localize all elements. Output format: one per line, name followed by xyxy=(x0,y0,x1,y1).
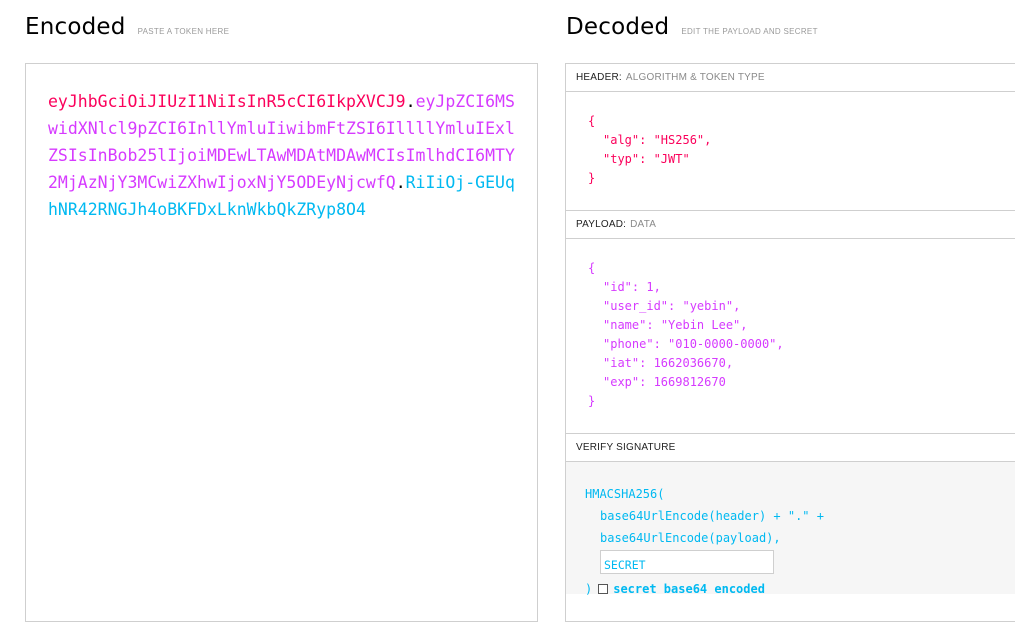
header-panel-heading: HEADER: ALGORITHM & TOKEN TYPE xyxy=(566,64,1015,92)
secret-base64-label[interactable]: secret base64 encoded xyxy=(613,578,765,600)
json-field: "id": 1, xyxy=(588,278,1015,297)
encoded-hint: PASTE A TOKEN HERE xyxy=(137,27,230,36)
json-field: "typ": "JWT" xyxy=(588,150,1015,169)
json-separator: , xyxy=(740,318,748,332)
json-value: 1669812670 xyxy=(653,375,726,389)
verify-fn: HMACSHA256( xyxy=(585,487,665,501)
json-close-brace: } xyxy=(588,394,596,408)
encoded-token-editor[interactable]: eyJhbGciOiJIUzI1NiIsInR5cCI6IkpXVCJ9.eyJ… xyxy=(25,63,538,622)
json-close-brace: } xyxy=(588,171,596,185)
json-colon: : xyxy=(668,299,683,313)
verify-panel-heading: VERIFY SIGNATURE xyxy=(566,434,1015,462)
json-key: "alg" xyxy=(603,133,640,147)
json-key: "typ" xyxy=(603,152,640,166)
json-value: 1662036670 xyxy=(653,356,726,370)
secret-base64-checkbox[interactable] xyxy=(598,584,609,594)
token-dot: . xyxy=(395,173,406,192)
json-open-brace: { xyxy=(588,261,596,275)
encoded-section-title: Encoded PASTE A TOKEN HERE xyxy=(25,14,229,40)
json-field: "exp": 1669812670 xyxy=(588,373,1015,392)
json-value: "010-0000-0000" xyxy=(668,337,777,351)
encoded-title: Encoded xyxy=(25,14,126,40)
json-open-brace: { xyxy=(588,114,596,128)
json-field: "iat": 1662036670, xyxy=(588,354,1015,373)
json-separator: , xyxy=(733,299,741,313)
payload-json-editor[interactable]: { "id": 1, "user_id": "yebin", "name": "Ye… xyxy=(566,239,1015,433)
header-panel: HEADER: ALGORITHM & TOKEN TYPE { "alg": … xyxy=(566,64,1015,211)
json-key: "name" xyxy=(603,318,647,332)
json-colon: : xyxy=(639,356,654,370)
payload-label: PAYLOAD: xyxy=(576,219,627,230)
json-value: "yebin" xyxy=(682,299,734,313)
decoded-title: Decoded xyxy=(566,14,670,40)
verify-line-payload: base64UrlEncode(payload), xyxy=(600,531,781,545)
json-key: "id" xyxy=(603,280,632,294)
json-value: "Yebin Lee" xyxy=(660,318,741,332)
secret-input[interactable]: SECRET xyxy=(600,550,774,574)
decoded-panel: HEADER: ALGORITHM & TOKEN TYPE { "alg": … xyxy=(565,63,1015,622)
payload-fields: "id": 1, "user_id": "yebin", "name": "Yebi… xyxy=(588,278,1015,392)
json-key: "iat" xyxy=(603,356,640,370)
json-colon: : xyxy=(653,337,669,351)
header-label: HEADER: xyxy=(576,72,622,83)
payload-panel-heading: PAYLOAD: DATA xyxy=(566,211,1015,239)
decoded-hint: EDIT THE PAYLOAD AND SECRET xyxy=(681,27,818,36)
json-key: "user_id" xyxy=(603,299,669,313)
token-dot: . xyxy=(405,92,416,111)
decoded-section-title: Decoded EDIT THE PAYLOAD AND SECRET xyxy=(566,14,818,40)
json-colon: : xyxy=(639,375,654,389)
json-field: "phone": "010-0000-0000", xyxy=(588,335,1015,354)
verify-label: VERIFY SIGNATURE xyxy=(576,442,676,453)
json-key: "phone" xyxy=(603,337,654,351)
json-value: 1 xyxy=(646,280,654,294)
json-key: "exp" xyxy=(603,375,640,389)
payload-panel: PAYLOAD: DATA { "id": 1, "user_id": "yebi… xyxy=(566,211,1015,434)
header-json-editor[interactable]: { "alg": "HS256", "typ": "JWT" } xyxy=(566,92,1015,210)
encoded-token-text[interactable]: eyJhbGciOiJIUzI1NiIsInR5cCI6IkpXVCJ9.eyJ… xyxy=(48,88,515,223)
json-field: "name": "Yebin Lee", xyxy=(588,316,1015,335)
verify-close-paren: ) xyxy=(585,582,593,596)
json-separator: , xyxy=(653,280,661,294)
json-colon: : xyxy=(639,133,654,147)
verify-signature-panel: VERIFY SIGNATURE HMACSHA256( base64UrlEn… xyxy=(566,434,1015,596)
token-header-part: eyJhbGciOiJIUzI1NiIsInR5cCI6IkpXVCJ9 xyxy=(48,92,406,111)
verify-line-header: base64UrlEncode(header) + "." + xyxy=(600,509,824,523)
json-value: "HS256" xyxy=(653,133,705,147)
verify-body: HMACSHA256( base64UrlEncode(header) + ".… xyxy=(566,462,1015,600)
header-fields: "alg": "HS256", "typ": "JWT" xyxy=(588,131,1015,169)
json-colon: : xyxy=(646,318,661,332)
json-value: "JWT" xyxy=(653,152,690,166)
json-field: "user_id": "yebin", xyxy=(588,297,1015,316)
json-colon: : xyxy=(631,280,647,294)
json-separator: , xyxy=(725,356,734,370)
header-sublabel: ALGORITHM & TOKEN TYPE xyxy=(625,72,765,83)
json-separator: , xyxy=(704,133,712,147)
secret-row: ) secret base64 encoded xyxy=(585,578,1015,600)
payload-sublabel: DATA xyxy=(630,219,657,230)
json-colon: : xyxy=(639,152,654,166)
json-field: "alg": "HS256", xyxy=(588,131,1015,150)
json-separator: , xyxy=(776,337,784,351)
